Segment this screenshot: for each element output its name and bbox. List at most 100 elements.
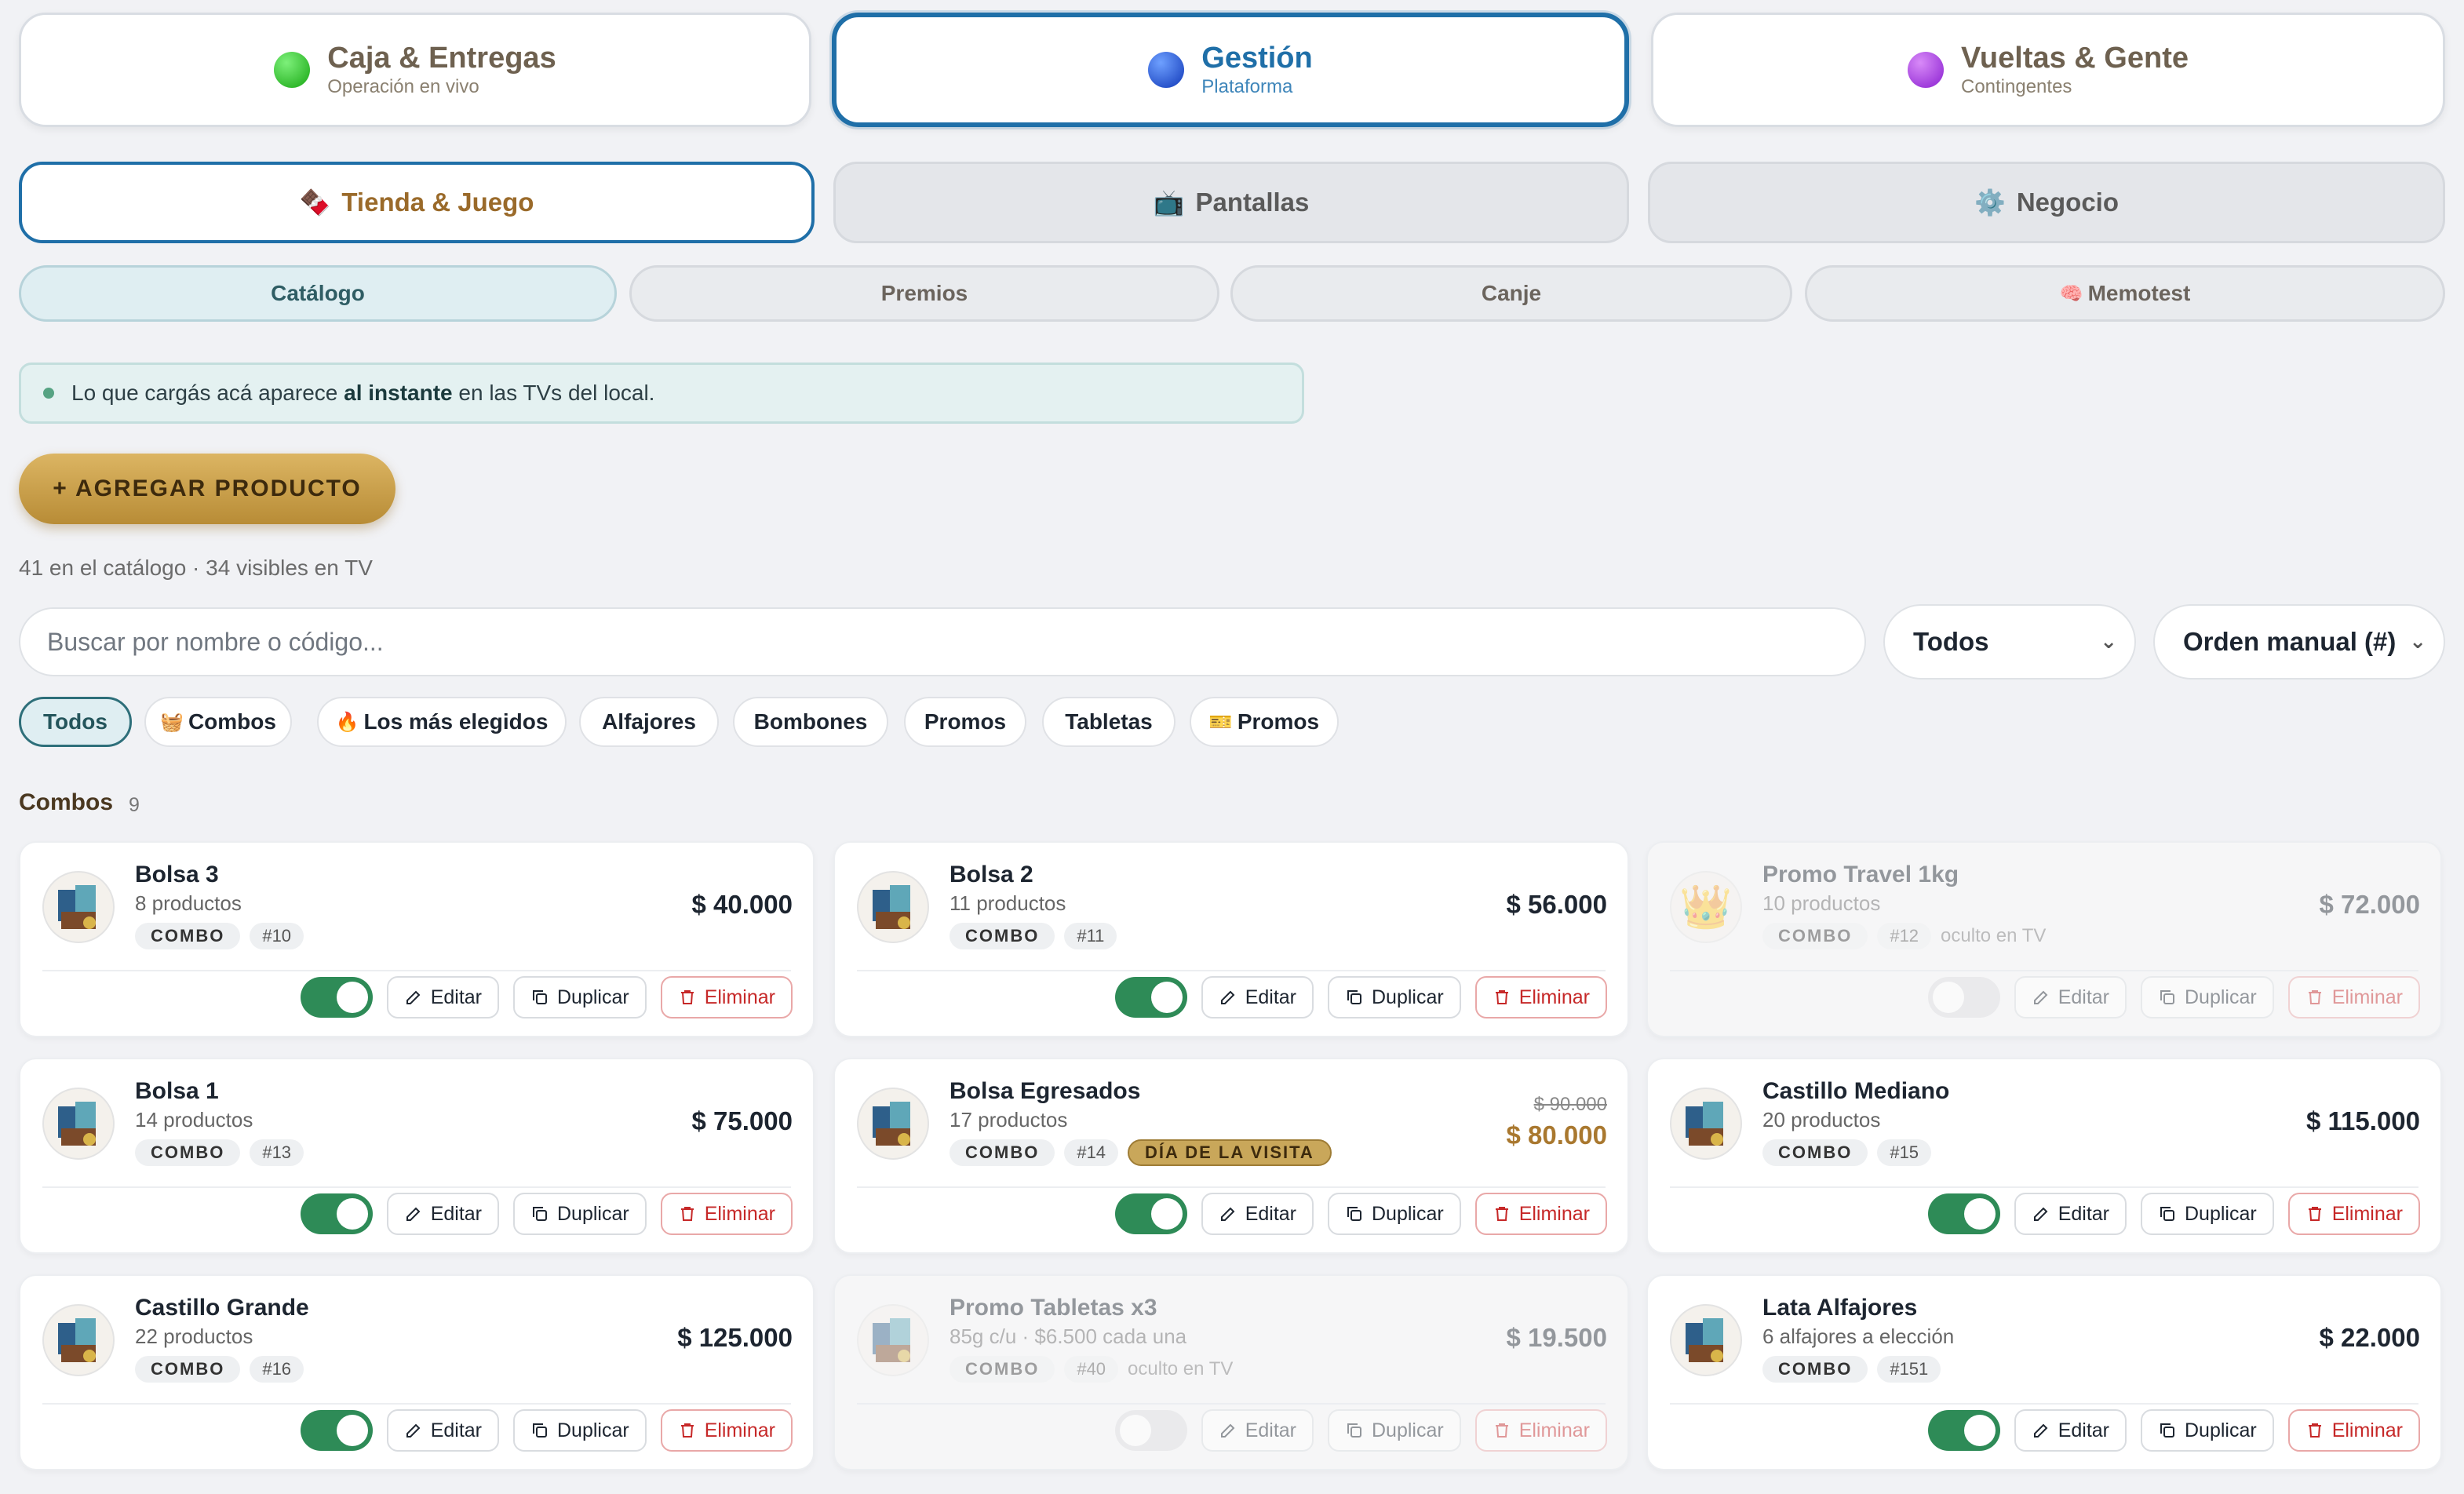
- section-title: Combos: [19, 789, 113, 815]
- visibility-toggle[interactable]: [1927, 1410, 2000, 1451]
- duplicate-button[interactable]: Duplicar: [513, 976, 647, 1018]
- trash-icon: [2305, 1421, 2324, 1440]
- product-price: $ 56.000: [1506, 890, 1607, 919]
- duplicate-button[interactable]: Duplicar: [513, 1409, 647, 1452]
- chip-bombones[interactable]: Bombones: [733, 697, 888, 747]
- product-price: $ 72.000: [2319, 890, 2420, 919]
- filter-select[interactable]: Todos ⌄: [1883, 604, 2136, 680]
- delete-label: Eliminar: [2331, 1202, 2403, 1225]
- product-name: Castillo Grande: [135, 1295, 309, 1321]
- edit-button[interactable]: Editar: [2014, 976, 2127, 1018]
- product-desc: 17 productos: [950, 1108, 1068, 1131]
- duplicate-button[interactable]: Duplicar: [2141, 976, 2274, 1018]
- section-label: Tienda & Juego: [341, 188, 534, 217]
- duplicate-button[interactable]: Duplicar: [2141, 1409, 2274, 1452]
- tab-catalogo[interactable]: Catálogo: [19, 265, 617, 322]
- delete-label: Eliminar: [704, 986, 775, 1008]
- edit-button[interactable]: Editar: [1201, 1193, 1314, 1235]
- divider: [42, 1186, 791, 1188]
- chip-promos[interactable]: Promos: [904, 697, 1026, 747]
- copy-icon: [1345, 988, 1364, 1007]
- product-card: Castillo Grande 22 productos COMBO #16 $ 125…: [19, 1274, 815, 1470]
- delete-button[interactable]: Eliminar: [660, 1193, 793, 1235]
- product-desc: 14 productos: [135, 1108, 253, 1131]
- tab-premios[interactable]: Premios: [629, 265, 1219, 322]
- edit-button[interactable]: Editar: [2014, 1193, 2127, 1235]
- ticket-icon: 🎫: [1208, 711, 1233, 733]
- tab-label: Canje: [1481, 281, 1542, 305]
- add-product-button[interactable]: + AGREGAR PRODUCTO: [19, 454, 395, 524]
- duplicate-button[interactable]: Duplicar: [1328, 976, 1461, 1018]
- visibility-toggle[interactable]: [1927, 1193, 2000, 1234]
- edit-button[interactable]: Editar: [386, 976, 499, 1018]
- order-number: #13: [250, 1139, 304, 1166]
- delete-button[interactable]: Eliminar: [1474, 1193, 1607, 1235]
- tab-memotest[interactable]: 🧠 Memotest: [1805, 265, 2445, 322]
- pencil-icon: [2032, 988, 2050, 1007]
- visibility-toggle[interactable]: [300, 977, 373, 1018]
- product-thumbnail: [857, 1304, 929, 1376]
- chip-promos-ticket[interactable]: 🎫 Promos: [1190, 697, 1339, 747]
- search-input[interactable]: Buscar por nombre o código...: [19, 607, 1866, 676]
- section-tab-tienda[interactable]: 🍫 Tienda & Juego: [19, 162, 815, 243]
- delete-button[interactable]: Eliminar: [1474, 1409, 1607, 1452]
- chip-todos[interactable]: Todos: [19, 697, 132, 747]
- mode-tab-caja[interactable]: Caja & Entregas Operación en vivo: [19, 13, 811, 127]
- product-thumbnail: 👑: [1670, 871, 1742, 943]
- info-text-bold: al instante: [344, 381, 453, 405]
- duplicate-button[interactable]: Duplicar: [513, 1193, 647, 1235]
- visibility-toggle[interactable]: [1114, 1193, 1187, 1234]
- product-image-icon: [58, 1102, 96, 1146]
- product-image-icon: [1686, 1318, 1723, 1362]
- mode-tab-gestion[interactable]: Gestión Plataforma: [832, 13, 1629, 127]
- pencil-icon: [2032, 1421, 2050, 1440]
- trash-icon: [678, 988, 697, 1007]
- card-actions: Editar Duplicar Eliminar: [300, 976, 793, 1018]
- delete-button[interactable]: Eliminar: [2287, 1193, 2420, 1235]
- delete-button[interactable]: Eliminar: [2287, 1409, 2420, 1452]
- visibility-toggle[interactable]: [300, 1193, 373, 1234]
- chip-combos[interactable]: 🧺 Combos: [144, 697, 292, 747]
- edit-button[interactable]: Editar: [386, 1409, 499, 1452]
- trash-icon: [678, 1421, 697, 1440]
- edit-button[interactable]: Editar: [1201, 976, 1314, 1018]
- duplicate-button[interactable]: Duplicar: [1328, 1193, 1461, 1235]
- chip-label: Tabletas: [1065, 709, 1153, 734]
- tab-label: Catálogo: [271, 281, 365, 305]
- chip-mas-elegidos[interactable]: 🔥 Los más elegidos: [317, 697, 567, 747]
- order-number: #40: [1064, 1356, 1119, 1383]
- delete-button[interactable]: Eliminar: [1474, 976, 1607, 1018]
- mode-tab-vueltas[interactable]: Vueltas & Gente Contingentes: [1651, 13, 2445, 127]
- product-price: $ 80.000: [1506, 1120, 1607, 1150]
- delete-button[interactable]: Eliminar: [2287, 976, 2420, 1018]
- chip-tabletas[interactable]: Tabletas: [1042, 697, 1176, 747]
- visibility-toggle[interactable]: [1927, 977, 2000, 1018]
- visibility-toggle[interactable]: [1114, 1410, 1187, 1451]
- visibility-toggle[interactable]: [300, 1410, 373, 1451]
- duplicate-button[interactable]: Duplicar: [1328, 1409, 1461, 1452]
- visibility-toggle[interactable]: [1114, 977, 1187, 1018]
- section-tab-pantallas[interactable]: 📺 Pantallas: [833, 162, 1629, 243]
- product-tags: COMBO #151: [1762, 1356, 1941, 1383]
- delete-button[interactable]: Eliminar: [660, 1409, 793, 1452]
- chip-alfajores[interactable]: Alfajores: [579, 697, 719, 747]
- order-select[interactable]: Orden manual (#) ⌄: [2153, 604, 2445, 680]
- divider: [42, 1403, 791, 1405]
- type-tag: COMBO: [1762, 1139, 1868, 1166]
- edit-button[interactable]: Editar: [2014, 1409, 2127, 1452]
- product-price: $ 75.000: [691, 1106, 793, 1135]
- pencil-icon: [1219, 988, 1237, 1007]
- duplicate-label: Duplicar: [2185, 1202, 2257, 1225]
- duplicate-button[interactable]: Duplicar: [2141, 1193, 2274, 1235]
- delete-button[interactable]: Eliminar: [660, 976, 793, 1018]
- product-image-icon: [873, 1318, 910, 1362]
- product-card: Bolsa 3 8 productos COMBO #10 $ 40.000 Editar…: [19, 841, 815, 1037]
- edit-label: Editar: [1245, 1202, 1296, 1225]
- order-number: #11: [1064, 923, 1117, 949]
- edit-button[interactable]: Editar: [386, 1193, 499, 1235]
- tab-canje[interactable]: Canje: [1230, 265, 1792, 322]
- divider: [1670, 970, 2418, 971]
- type-tag: COMBO: [950, 923, 1055, 949]
- section-tab-negocio[interactable]: ⚙️ Negocio: [1648, 162, 2445, 243]
- edit-button[interactable]: Editar: [1201, 1409, 1314, 1452]
